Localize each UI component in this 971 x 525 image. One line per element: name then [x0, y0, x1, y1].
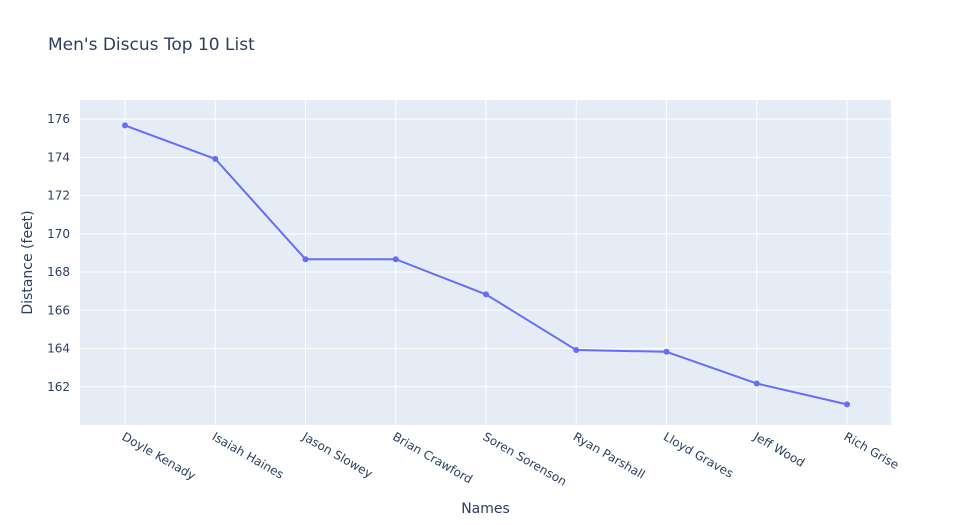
x-tick-label: Jason Slowey [299, 429, 375, 481]
x-tick-label: Doyle Kenady [120, 429, 198, 482]
x-axis-ticks: Doyle Kenady Isaiah Haines Jason Slowey Bri… [120, 429, 902, 489]
data-point [302, 256, 309, 263]
y-tick-label: 170 [47, 227, 70, 241]
line-chart: Men's Discus Top 10 List 162 164 166 168 170… [20, 35, 902, 517]
x-tick-label: Brian Crawford [390, 429, 475, 486]
x-tick-label: Rich Grise [842, 429, 902, 472]
chart-container: Men's Discus Top 10 List 162 164 166 168 170… [0, 0, 971, 525]
data-point [663, 348, 670, 355]
y-tick-label: 168 [47, 265, 70, 279]
y-tick-label: 176 [47, 112, 70, 126]
x-tick-label: Soren Sorenson [481, 429, 570, 488]
y-axis-title: Distance (feet) [20, 210, 36, 314]
data-point [844, 401, 850, 408]
data-point [212, 155, 219, 162]
data-point [573, 347, 580, 354]
y-tick-label: 162 [47, 380, 70, 394]
chart-title: Men's Discus Top 10 List [48, 35, 255, 55]
x-tick-label: Lloyd Graves [661, 429, 736, 480]
x-tick-label: Isaiah Haines [210, 429, 286, 481]
y-tick-label: 174 [47, 150, 70, 164]
y-tick-label: 166 [47, 303, 70, 317]
data-point [483, 291, 489, 298]
x-axis-title: Names [461, 501, 510, 517]
y-axis-ticks: 162 164 166 168 170 172 174 176 [47, 112, 70, 394]
data-point [122, 122, 128, 129]
x-tick-label: Ryan Parshall [571, 429, 648, 481]
y-tick-label: 172 [47, 189, 70, 203]
data-point [392, 256, 399, 263]
y-tick-label: 164 [47, 342, 70, 356]
x-tick-label: Jeff Wood [750, 429, 807, 470]
data-point [753, 380, 760, 387]
